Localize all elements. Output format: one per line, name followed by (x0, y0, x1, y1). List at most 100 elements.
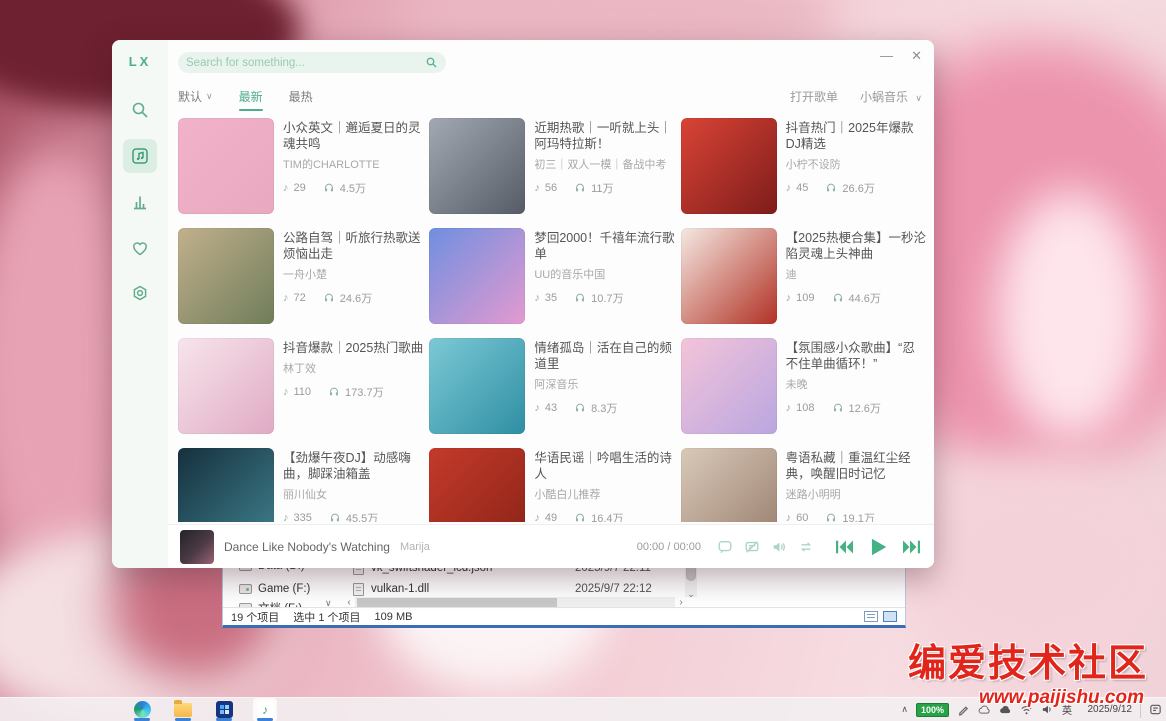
songs-count: 108 (796, 402, 814, 414)
playlist-cover[interactable] (429, 338, 525, 434)
taskbar-apps: ♪ (130, 698, 277, 721)
songs-count-icon: ♪ (534, 402, 540, 414)
comment-bubble-icon[interactable] (717, 539, 733, 555)
desktop-lyrics-icon[interactable] (744, 539, 760, 555)
songs-count-icon: ♪ (283, 182, 289, 194)
playlist-title[interactable]: 近期热歌｜一听就上头｜阿玛特拉斯！ (534, 120, 674, 152)
playlist-title[interactable]: 小众英文｜邂逅夏日的灵魂共鸣 (283, 120, 423, 152)
sidebar-item-settings[interactable] (123, 277, 157, 311)
playlist-card[interactable]: 情绪孤岛｜活在自己的频道里 阿深音乐 ♪ 43 8.3万 (429, 338, 674, 434)
playlist-card[interactable]: 梦回2000！千禧年流行歌单 UU的音乐中国 ♪ 35 10.7万 (429, 228, 674, 324)
playlist-stats: ♪ 49 16.4万 (534, 510, 674, 522)
playlist-cover[interactable] (178, 228, 274, 324)
tray-chevron-up-icon[interactable]: ∧ (901, 704, 908, 715)
songs-count: 60 (796, 512, 808, 522)
sidebar-item-songlists[interactable] (123, 139, 157, 173)
details-view-icon[interactable] (864, 611, 878, 622)
playlist-cover[interactable] (429, 118, 525, 214)
playlist-title[interactable]: 粤语私藏｜重温红尘经典，唤醒旧时记忆 (786, 450, 926, 482)
file-date: 2025/9/7 22:12 (575, 580, 695, 598)
sidebar-item-ranking[interactable] (123, 185, 157, 219)
playlist-title[interactable]: 情绪孤岛｜活在自己的频道里 (534, 340, 674, 372)
thumbnails-view-icon[interactable] (883, 611, 897, 622)
next-track-button[interactable] (902, 538, 922, 556)
playlist-title[interactable]: 华语民谣｜吟唱生活的诗人 (534, 450, 674, 482)
playlist-card[interactable]: 小众英文｜邂逅夏日的灵魂共鸣 TIM的CHARLOTTE ♪ 29 4.5万 (178, 118, 423, 214)
songs-count: 49 (545, 512, 557, 522)
repeat-icon[interactable] (798, 539, 814, 555)
playlist-card[interactable]: 近期热歌｜一听就上头｜阿玛特拉斯！ 初三｜双人一模｜备战中考 ♪ 56 11万 (429, 118, 674, 214)
pen-icon[interactable] (957, 703, 970, 716)
battery-percent-badge[interactable]: 100% (916, 703, 949, 717)
plays-count: 24.6万 (340, 290, 372, 306)
playlist-meta: 情绪孤岛｜活在自己的频道里 阿深音乐 ♪ 43 8.3万 (534, 338, 674, 434)
songs-count: 35 (545, 292, 557, 304)
playlist-title[interactable]: 梦回2000！千禧年流行歌单 (534, 230, 674, 262)
playlist-stats: ♪ 60 19.1万 (786, 510, 926, 522)
search-icon[interactable] (425, 56, 438, 69)
playlist-title[interactable]: 【氛围感小众歌曲】“忍不住单曲循环！” (786, 340, 926, 372)
plays-count: 16.4万 (591, 510, 623, 522)
playlist-title[interactable]: 抖音热门｜2025年爆款DJ精选 (786, 120, 926, 152)
playlist-title[interactable]: 公路自驾｜听旅行热歌送烦恼出走 (283, 230, 423, 262)
playlist-cover[interactable] (429, 448, 525, 522)
playlist-title[interactable]: 抖音爆款｜2025热门歌曲 (283, 340, 423, 356)
notification-icon[interactable] (1149, 703, 1162, 716)
watermark-url: www.paijishu.com (979, 687, 1144, 709)
minimize-button[interactable]: — (880, 48, 893, 64)
playlist-stats: ♪ 335 45.5万 (283, 510, 423, 522)
sidebar-item-search[interactable] (123, 93, 157, 127)
plays-count-icon (574, 182, 586, 194)
playlist-title[interactable]: 【2025热梗合集】一秒沦陷灵魂上头神曲 (786, 230, 926, 262)
plays-count: 10.7万 (591, 290, 623, 306)
open-playlist-button[interactable]: 打开歌单 (790, 88, 838, 105)
file-name: vulkan-1.dll (371, 583, 429, 595)
playlist-meta: 【2025热梗合集】一秒沦陷灵魂上头神曲 迪 ♪ 109 44.6万 (786, 228, 926, 324)
taskbar-explorer-button[interactable] (171, 698, 195, 721)
plays-count-icon (574, 292, 586, 304)
playlist-cover[interactable] (178, 338, 274, 434)
playlist-cover[interactable] (681, 338, 777, 434)
plays-count-icon (323, 292, 335, 304)
songs-count-icon: ♪ (786, 402, 792, 414)
volume-icon[interactable] (771, 539, 787, 555)
search-bar[interactable] (178, 52, 446, 73)
search-icon (130, 100, 150, 120)
playlist-card[interactable]: 【氛围感小众歌曲】“忍不住单曲循环！” 未晚 ♪ 108 12.6万 (681, 338, 926, 434)
playlist-card[interactable]: 【劲爆午夜DJ】动感嗨曲，脚踩油箱盖 丽川仙女 ♪ 335 45.5万 (178, 448, 423, 522)
album-art[interactable] (180, 530, 214, 564)
plays-count-icon (574, 402, 586, 414)
playlist-card[interactable]: 抖音热门｜2025年爆款DJ精选 小柠不设防 ♪ 45 26.6万 (681, 118, 926, 214)
close-button[interactable]: ✕ (911, 48, 922, 64)
playlist-card[interactable]: 【2025热梗合集】一秒沦陷灵魂上头神曲 迪 ♪ 109 44.6万 (681, 228, 926, 324)
taskbar-blue-app-button[interactable] (212, 698, 236, 721)
tab-latest[interactable]: 最新 (239, 88, 263, 105)
playlist-stats: ♪ 109 44.6万 (786, 290, 926, 306)
previous-track-button[interactable] (834, 538, 854, 556)
playlist-cover[interactable] (681, 448, 777, 522)
playlist-cover[interactable] (178, 448, 274, 522)
playlist-cover[interactable] (681, 228, 777, 324)
playlist-author: UU的音乐中国 (534, 266, 674, 282)
songs-count-icon: ♪ (283, 512, 289, 522)
tab-hottest[interactable]: 最热 (289, 88, 313, 105)
playlist-cover[interactable] (681, 118, 777, 214)
playlist-stats: ♪ 29 4.5万 (283, 180, 423, 196)
playlist-card[interactable]: 公路自驾｜听旅行热歌送烦恼出走 一舟小楚 ♪ 72 24.6万 (178, 228, 423, 324)
play-button[interactable] (866, 536, 890, 558)
source-select[interactable]: 小蜗音乐 ∨ (860, 88, 922, 105)
wallpaper-blob (996, 190, 1146, 440)
sort-dropdown[interactable]: 默认 ∨ (178, 88, 213, 105)
playlist-card[interactable]: 抖音爆款｜2025热门歌曲 林丁效 ♪ 110 173.7万 (178, 338, 423, 434)
sidebar-item-favorites[interactable] (123, 231, 157, 265)
playlist-title[interactable]: 【劲爆午夜DJ】动感嗨曲，脚踩油箱盖 (283, 450, 423, 482)
playlist-cover[interactable] (178, 118, 274, 214)
playlist-card[interactable]: 粤语私藏｜重温红尘经典，唤醒旧时记忆 迷路小明明 ♪ 60 19.1万 (681, 448, 926, 522)
playlist-cover[interactable] (429, 228, 525, 324)
taskbar-edge-button[interactable] (130, 698, 154, 721)
taskbar-music-app-button[interactable]: ♪ (253, 698, 277, 721)
playlist-card[interactable]: 华语民谣｜吟唱生活的诗人 小酷白儿推荐 ♪ 49 16.4万 (429, 448, 674, 522)
explorer-nav-drive-game[interactable]: Game (F:) (239, 580, 310, 598)
playlist-stats: ♪ 45 26.6万 (786, 180, 926, 196)
search-input[interactable] (186, 57, 425, 69)
